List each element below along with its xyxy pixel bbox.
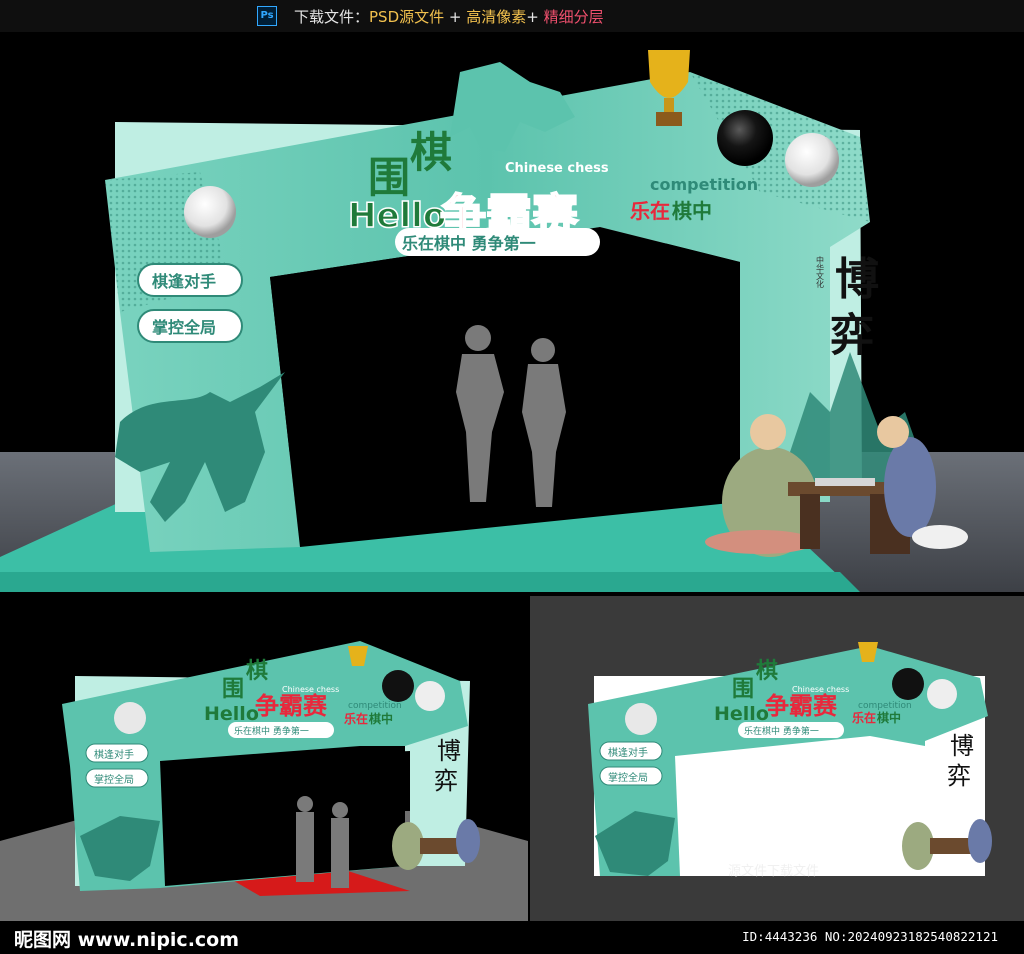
title-wei: 围	[368, 153, 410, 202]
footer: 昵图网 www.nipic.com ID:4443236 NO:20240923…	[0, 921, 1024, 954]
download-prefix: 下载文件：	[294, 8, 370, 26]
svg-text:乐在棋中 勇争第一: 乐在棋中 勇争第一	[744, 725, 819, 737]
psd-source-label: PSD源文件	[369, 8, 445, 26]
side-pill-1: 棋逢对手	[137, 263, 243, 297]
white-stone-left	[184, 186, 236, 238]
top-bar: Ps 下载文件：PSD源文件 + 高清像素+ 精细分层	[0, 0, 1024, 32]
plus-separator-2: +	[526, 8, 544, 26]
fine-layers-label: 精细分层	[543, 8, 604, 26]
svg-text:争霸赛: 争霸赛	[255, 692, 328, 720]
qizhong-text: 棋中	[672, 199, 712, 223]
svg-text:competition: competition	[348, 701, 402, 711]
svg-text:弈: 弈	[947, 762, 971, 790]
svg-text:Hello: Hello	[714, 703, 769, 725]
main-render: 围 棋 Hello Chinese chess 争霸赛 competition …	[0, 32, 1024, 592]
title-qi: 棋	[410, 128, 452, 177]
svg-text:掌控全局: 掌控全局	[608, 771, 648, 784]
svg-text:棋中: 棋中	[877, 710, 901, 725]
slogan-pill: 乐在棋中 勇争第一	[395, 228, 600, 256]
svg-text:乐在棋中 勇争第一: 乐在棋中 勇争第一	[234, 725, 309, 737]
svg-text:棋: 棋	[246, 658, 268, 684]
svg-text:Hello: Hello	[204, 703, 259, 725]
svg-text:掌控全局: 掌控全局	[94, 773, 134, 786]
arch-render: 围 棋 Hello Chinese chess 争霸赛 competition …	[0, 50, 1024, 592]
hd-pixels-label: 高清像素	[466, 8, 527, 26]
svg-text:棋: 棋	[756, 658, 778, 684]
view-right: 围 棋 Hello 争霸赛 Chinese chess competition …	[530, 596, 1024, 921]
vertical-small-text: 中华文化	[816, 255, 825, 289]
svg-text:乐在: 乐在	[344, 711, 368, 726]
svg-text:围: 围	[222, 677, 244, 702]
svg-text:博: 博	[950, 732, 974, 760]
svg-text:弈: 弈	[434, 767, 458, 795]
svg-text:棋逢对手: 棋逢对手	[94, 748, 134, 761]
image-id: ID:4443236 NO:20240923182540822121	[742, 929, 998, 944]
slogan-text: 乐在棋中 勇争第一	[402, 234, 536, 253]
side-pill-1-text: 棋逢对手	[152, 272, 216, 291]
white-stone-right	[785, 133, 839, 187]
svg-text:competition: competition	[858, 701, 912, 711]
lezai-text: 乐在	[630, 199, 670, 223]
competition-text: competition	[650, 175, 758, 194]
calligraphy-yi: 弈	[830, 310, 874, 361]
svg-text:乐在: 乐在	[852, 710, 876, 725]
download-info: 下载文件：PSD源文件 + 高清像素+ 精细分层	[294, 6, 604, 27]
svg-text:棋中: 棋中	[369, 711, 393, 726]
svg-text:Chinese chess: Chinese chess	[282, 685, 339, 694]
black-stone	[717, 110, 773, 166]
photoshop-icon: Ps	[257, 6, 277, 26]
svg-text:争霸赛: 争霸赛	[765, 692, 838, 720]
view-left: 围 棋 Hello 争霸赛 Chinese chess competition …	[0, 596, 528, 921]
chinese-chess-text: Chinese chess	[505, 161, 609, 176]
side-pill-2-text: 掌控全局	[152, 318, 216, 337]
plus-separator: +	[444, 8, 467, 26]
site-watermark[interactable]: 昵图网 www.nipic.com	[14, 925, 239, 952]
source-file-caption: 源文件下载文件	[728, 864, 820, 879]
arch-render-small-left: 围 棋 Hello 争霸赛 Chinese chess competition …	[0, 641, 528, 921]
svg-text:棋逢对手: 棋逢对手	[608, 746, 648, 759]
svg-text:围: 围	[732, 677, 754, 702]
arch-opening	[270, 227, 740, 547]
side-pill-2: 掌控全局	[137, 309, 243, 343]
svg-text:博: 博	[437, 737, 461, 765]
calligraphy-bo: 博	[835, 254, 879, 305]
svg-text:Chinese chess: Chinese chess	[792, 685, 849, 694]
